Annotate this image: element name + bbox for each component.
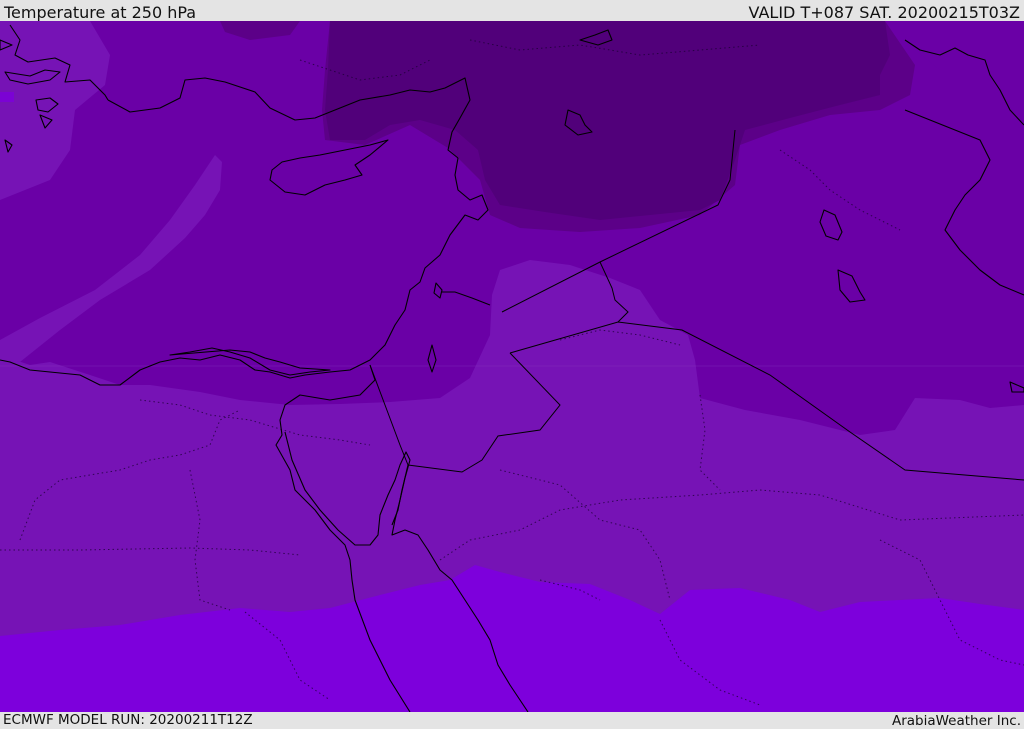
- header-bar: Temperature at 250 hPa VALID T+087 SAT. …: [0, 0, 1024, 22]
- credit-label: ArabiaWeather Inc.: [891, 713, 1021, 729]
- model-run-label: ECMWF MODEL RUN: 20200211T12Z: [3, 712, 253, 728]
- footer-bar: ECMWF MODEL RUN: 20200211T12Z ArabiaWeat…: [0, 712, 1024, 729]
- map-left-edge-marker: [0, 92, 14, 102]
- map-title: Temperature at 250 hPa: [4, 3, 197, 22]
- valid-time-label: VALID T+087 SAT. 20200215T03Z: [748, 3, 1020, 22]
- temperature-map: [0, 21, 1024, 712]
- map-frame: Temperature at 250 hPa VALID T+087 SAT. …: [0, 0, 1024, 729]
